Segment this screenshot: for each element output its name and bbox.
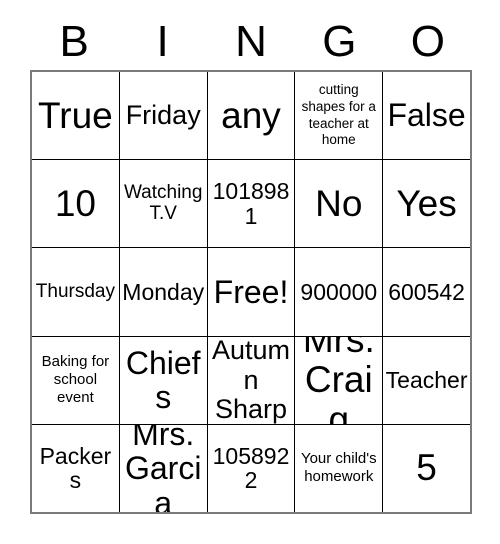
bingo-row: True Friday any cutting shapes for a tea… bbox=[32, 72, 470, 160]
bingo-cell-label: Autumn Sharp bbox=[211, 336, 291, 424]
bingo-cell-label: Thursday bbox=[35, 280, 115, 302]
bingo-cell-b1[interactable]: True bbox=[32, 72, 119, 160]
bingo-card: B I N G O True Friday any cutting shapes… bbox=[0, 0, 500, 544]
bingo-cell-label: Mrs. Garcia bbox=[124, 424, 202, 513]
bingo-header-letter-g: G bbox=[322, 17, 357, 66]
bingo-cell-label: Your child's homework bbox=[300, 450, 377, 486]
bingo-cell-label: Friday bbox=[125, 100, 201, 131]
bingo-cell-o3[interactable]: 600542 bbox=[382, 248, 470, 336]
bingo-header-letter-n: N bbox=[235, 17, 267, 66]
bingo-cell-i1[interactable]: Friday bbox=[118, 72, 207, 160]
bingo-cell-o2[interactable]: Yes bbox=[382, 160, 470, 248]
bingo-cell-g3[interactable]: 900000 bbox=[294, 248, 383, 336]
bingo-cell-free-space[interactable]: Free! bbox=[206, 248, 295, 336]
bingo-cell-label: 1018981 bbox=[212, 177, 290, 229]
bingo-cell-g2[interactable]: No bbox=[294, 160, 383, 248]
bingo-cell-label: Packers bbox=[39, 442, 112, 494]
bingo-cell-label: Monday bbox=[122, 278, 205, 305]
bingo-free-space-label: Free! bbox=[213, 273, 289, 310]
bingo-cell-label: any bbox=[221, 94, 281, 136]
bingo-cell-b4[interactable]: Baking for school event bbox=[32, 336, 119, 424]
bingo-cell-i2[interactable]: Watching T.V bbox=[118, 160, 207, 248]
bingo-cell-n4[interactable]: Autumn Sharp bbox=[206, 336, 295, 424]
bingo-cell-label: 900000 bbox=[300, 278, 378, 305]
bingo-cell-label: Baking for school event bbox=[41, 353, 110, 407]
bingo-header-row: B I N G O bbox=[30, 14, 472, 70]
bingo-cell-i5[interactable]: Mrs. Garcia bbox=[118, 424, 207, 513]
bingo-cell-label: 600542 bbox=[388, 278, 465, 305]
bingo-cell-i4[interactable]: Chiefs bbox=[118, 336, 207, 424]
bingo-cell-label: Watching T.V bbox=[123, 182, 203, 224]
bingo-cell-n1[interactable]: any bbox=[206, 72, 295, 160]
bingo-cell-label: 5 bbox=[416, 447, 437, 489]
bingo-header-letter-o: O bbox=[410, 17, 445, 66]
bingo-cell-o4[interactable]: Teacher bbox=[382, 336, 470, 424]
bingo-cell-label: 1058922 bbox=[212, 442, 290, 494]
bingo-cell-g5[interactable]: Your child's homework bbox=[294, 424, 383, 513]
bingo-row: Thursday Monday Free! 900000 600542 bbox=[32, 247, 470, 336]
bingo-cell-b3[interactable]: Thursday bbox=[32, 248, 119, 336]
bingo-cell-b2[interactable]: 10 bbox=[32, 160, 119, 248]
bingo-cell-b5[interactable]: Packers bbox=[32, 424, 119, 513]
bingo-cell-n5[interactable]: 1058922 bbox=[206, 424, 295, 513]
bingo-cell-label: False bbox=[387, 97, 466, 134]
bingo-cell-i3[interactable]: Monday bbox=[118, 248, 207, 336]
bingo-cell-label: Yes bbox=[396, 182, 457, 224]
bingo-cell-label: Teacher bbox=[385, 366, 468, 393]
bingo-cell-o1[interactable]: False bbox=[382, 72, 470, 160]
bingo-cell-g4[interactable]: Mrs. Craig bbox=[294, 336, 383, 424]
bingo-row: Baking for school event Chiefs Autumn Sh… bbox=[32, 335, 470, 424]
bingo-cell-label: No bbox=[315, 182, 363, 224]
bingo-cell-o5[interactable]: 5 bbox=[382, 424, 470, 513]
bingo-row: 10 Watching T.V 1018981 No Yes bbox=[32, 159, 470, 248]
bingo-header-letter-i: I bbox=[156, 17, 169, 66]
bingo-cell-g1[interactable]: cutting shapes for a teacher at home bbox=[294, 72, 383, 160]
bingo-cell-n2[interactable]: 1018981 bbox=[206, 160, 295, 248]
bingo-cell-label: 10 bbox=[54, 182, 96, 224]
bingo-header-letter-b: B bbox=[59, 17, 89, 66]
bingo-grid: True Friday any cutting shapes for a tea… bbox=[30, 70, 472, 514]
bingo-cell-label: True bbox=[38, 94, 113, 136]
bingo-cell-label: Mrs. Craig bbox=[302, 336, 375, 424]
bingo-cell-label: cutting shapes for a teacher at home bbox=[301, 81, 376, 148]
bingo-cell-label: Chiefs bbox=[125, 344, 201, 416]
bingo-row: Packers Mrs. Garcia 1058922 Your child's… bbox=[32, 423, 470, 513]
